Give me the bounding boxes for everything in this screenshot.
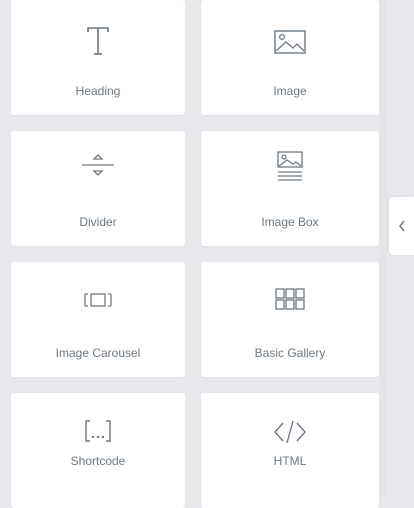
- basic-gallery-icon: [201, 288, 379, 310]
- widget-shortcode[interactable]: Shortcode: [11, 393, 185, 508]
- widget-image[interactable]: Image: [201, 0, 379, 115]
- html-icon: [201, 419, 379, 445]
- widget-label: Shortcode: [70, 454, 126, 468]
- widget-label: Divider: [79, 215, 117, 229]
- widget-divider[interactable]: Divider: [11, 131, 185, 246]
- shortcode-icon: [11, 419, 185, 443]
- heading-icon: [11, 26, 185, 56]
- image-carousel-icon: [11, 292, 185, 308]
- widget-heading[interactable]: Heading: [11, 0, 185, 115]
- widget-html[interactable]: HTML: [201, 393, 379, 508]
- widget-label: Image Carousel: [55, 346, 141, 360]
- widget-basic-gallery[interactable]: Basic Gallery: [201, 262, 379, 377]
- image-box-icon: [201, 151, 379, 185]
- divider-icon: [11, 151, 185, 179]
- widget-label: Image Box: [261, 215, 319, 229]
- image-icon: [201, 30, 379, 54]
- widget-label: Image: [273, 84, 307, 98]
- collapse-panel-button[interactable]: [389, 197, 414, 255]
- widget-image-carousel[interactable]: Image Carousel: [11, 262, 185, 377]
- widget-image-box[interactable]: Image Box: [201, 131, 379, 246]
- widget-label: Basic Gallery: [254, 346, 326, 360]
- widget-label: HTML: [273, 454, 307, 468]
- widgets-panel: Heading Image Divider Image Box Image Ca…: [0, 0, 389, 508]
- chevron-left-icon: [398, 220, 405, 232]
- scrollbar[interactable]: [380, 0, 387, 497]
- widget-label: Heading: [75, 84, 121, 98]
